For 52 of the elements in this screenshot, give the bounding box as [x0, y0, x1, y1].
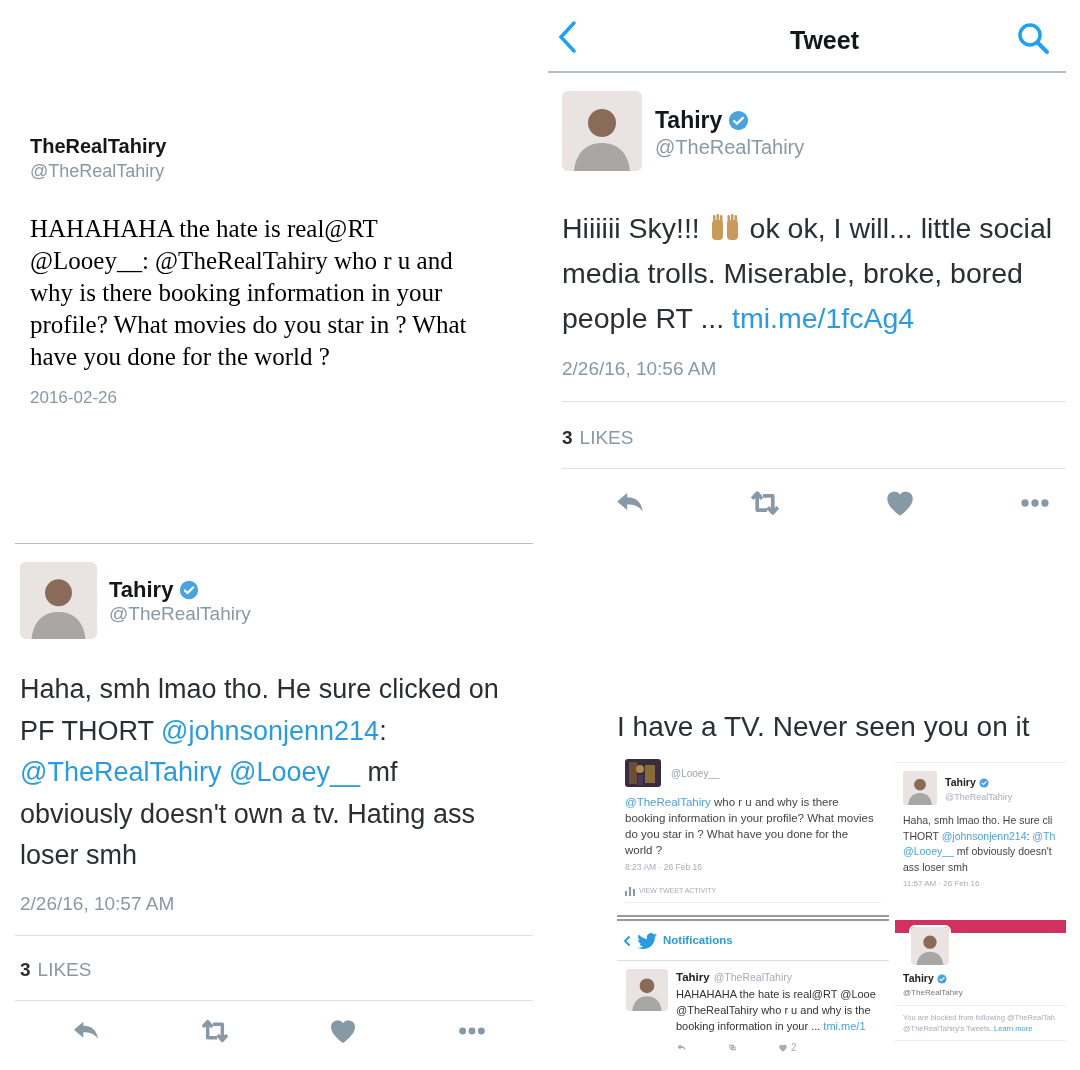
account-handle: @TheRealTahiry [713, 970, 793, 985]
likes-label: LIKES [37, 958, 92, 982]
back-icon[interactable] [556, 20, 578, 54]
tweet-text: Haha, smh lmao tho. He sure cli THORT @johnsonjenn214: @Th @Looey__ mf obviously doesn't ass loser smh [903, 813, 1057, 875]
account-name: Tahiry [945, 775, 976, 790]
account-name: Tahiry [655, 106, 723, 135]
account-name: Tahiry [903, 971, 934, 986]
account-handle: @TheRealTahiry [895, 986, 1066, 1006]
avatar-icon [562, 91, 642, 171]
tweet-text: @TheRealTahiry who r u and why is there booking information in your profile? What movies do you star in ? What have you done for the world ? [625, 795, 875, 858]
tweet-text: HAHAHAHA the hate is real@RT @Looey__: @TheRealTahiry who r u and why is there booking information in your profile? What movies do you star in ? What have you done for the world ? [30, 214, 468, 372]
account-handle: @TheRealTahiry [945, 790, 1013, 804]
link[interactable]: @Looey__ [229, 757, 361, 787]
like-count: 2 [791, 1041, 797, 1056]
caption-text: I have a TV. Never seen you on it [617, 710, 1030, 744]
account-handle: @Looey__ [671, 766, 720, 781]
link[interactable]: @TheRealTahiry [625, 796, 711, 808]
back-icon[interactable] [623, 934, 631, 947]
link[interactable]: @johnsonjenn214 [941, 829, 1027, 842]
account-name: Tahiry [676, 970, 710, 985]
link[interactable]: @Th [1032, 829, 1056, 842]
link[interactable]: tmi.me/1fcAg4 [732, 302, 915, 334]
likes-count: 3 [562, 426, 573, 450]
link[interactable]: @TheRealTahiry [20, 757, 222, 787]
tweet-text: HAHAHAHA the hate is real@RT @Looe @TheRealTahiry who r u and why is the booking information in your ... tmi.me/1 [676, 987, 876, 1035]
heart-icon[interactable] [778, 1042, 788, 1053]
tweet-timestamp: 8:23 AM · 26 Feb 16 [625, 861, 704, 874]
bar-chart-icon [625, 886, 635, 896]
account-name: Tahiry [109, 576, 174, 604]
search-icon[interactable] [1016, 21, 1050, 55]
avatar-icon [20, 562, 97, 639]
screen-title: Notifications [663, 932, 733, 948]
account-handle: @TheRealTahiry [109, 602, 251, 626]
link[interactable]: @Looey__ [903, 845, 954, 857]
link[interactable]: tmi.me/1 [823, 1020, 866, 1033]
bird-icon [637, 932, 657, 949]
tweet-timestamp: 11:57 AM · 26 Feb 16 [903, 878, 981, 890]
tweet-text: Hiiiiii Sky!!! ok ok, I will... little social media trolls. Miserable, broke, bored people RT ... tmi.me/1fcAg4 [562, 211, 1053, 336]
avatar-icon [903, 771, 937, 805]
tweet-timestamp: 2/26/16, 10:57 AM [20, 892, 175, 916]
avatar-icon [909, 925, 951, 967]
tweet-text: Haha, smh lmao tho. He sure clicked on PF THORT @johnsonjenn214: @TheRealTahiry @Looey__ mf obviously doesn't own a tv. Hating ass loser smh [20, 673, 499, 872]
likes-label: LIKES [579, 426, 634, 450]
account-name: TheRealTahiry [30, 134, 168, 159]
account-handle: @TheRealTahiry [30, 160, 166, 183]
avatar-icon [626, 969, 668, 1011]
link[interactable]: @johnsonjenn214 [161, 715, 380, 746]
likes-count: 3 [20, 958, 31, 982]
tweet-date: 2016-02-26 [30, 387, 118, 409]
screen-title: Tweet [790, 25, 859, 56]
account-handle: @TheRealTahiry [655, 135, 805, 160]
tweet-timestamp: 2/26/16, 10:56 AM [562, 357, 717, 381]
